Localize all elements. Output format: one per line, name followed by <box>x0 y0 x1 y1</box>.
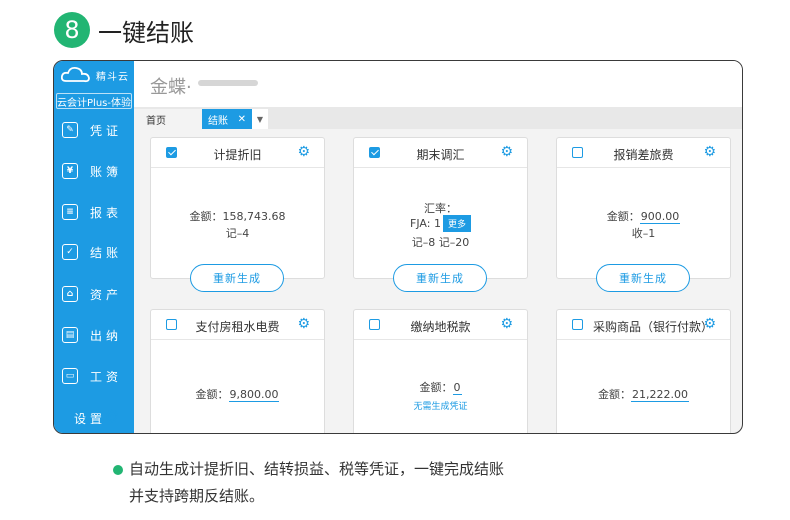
amount-label: 金额： <box>419 381 453 394</box>
sidebar-item-cashier[interactable]: ▤ 出纳 <box>54 320 134 350</box>
amount-value[interactable]: 21,222.00 <box>631 388 689 402</box>
sidebar: 精斗云 云会计Plus-体验 ✎ 凭证 ¥ 账簿 ≡ 报表 ✓ 结账 ⌂ 资产 … <box>54 61 134 433</box>
amount-row: 金额：9,800.00 <box>151 386 324 402</box>
top-bar: 金蝶· <box>134 61 742 107</box>
amount-value[interactable]: 9,800.00 <box>228 388 280 402</box>
sidebar-item-settings[interactable]: ⚙ 设置 <box>54 403 134 433</box>
asset-icon: ⌂ <box>62 286 78 302</box>
voucher-ref: 收–1 <box>631 227 656 240</box>
amount-label: 金额： <box>195 388 229 401</box>
sidebar-item-report[interactable]: ≡ 报表 <box>54 197 134 227</box>
task-card-travel-expense: 报销差旅费 ⚙ 金额：900.00 收–1 <box>556 137 731 279</box>
sidebar-item-label: 结账 <box>90 245 123 260</box>
step-number-badge: 8 <box>54 12 90 48</box>
task-card-depreciation: 计提折旧 ⚙ 金额：158,743.68 记–4 <box>150 137 325 279</box>
gear-icon[interactable]: ⚙ <box>297 144 310 160</box>
bullet-dot <box>113 465 123 475</box>
gear-icon[interactable]: ⚙ <box>297 316 310 332</box>
voucher-ref: 记–8 记–20 <box>411 236 470 249</box>
no-voucher-note: 无需生成凭证 <box>413 402 468 412</box>
gear-icon[interactable]: ⚙ <box>500 316 513 332</box>
brand-name: 金蝶· <box>150 77 192 98</box>
logo: 精斗云 <box>54 61 134 89</box>
sidebar-item-label: 工资 <box>90 369 123 384</box>
sidebar-item-label: 报表 <box>90 205 123 220</box>
cashier-icon: ▤ <box>62 327 78 343</box>
sidebar-item-ledger[interactable]: ¥ 账簿 <box>54 156 134 186</box>
regenerate-button[interactable]: 重新生成 <box>596 264 690 292</box>
amount-row: 金额：21,222.00 <box>557 386 730 402</box>
sidebar-item-checkout[interactable]: ✓ 结账 <box>54 237 134 267</box>
report-icon: ≡ <box>62 204 78 220</box>
task-card-local-tax: 缴纳地税款 ⚙ 金额：0 无需生成凭证 <box>353 309 528 433</box>
rate-row: FJA: 1 更多 <box>354 215 527 232</box>
amount-row: 金额：900.00 <box>557 208 730 224</box>
sidebar-item-label: 出纳 <box>90 328 123 343</box>
task-card-fx-adjust: 期末调汇 ⚙ 汇率： FJA: 1 更多 记–8 记–20 <box>353 137 528 279</box>
step-title: 一键结账 <box>98 18 194 47</box>
gear-icon[interactable]: ⚙ <box>703 144 716 160</box>
amount-row: 金额：0 <box>354 379 527 395</box>
checkout-icon: ✓ <box>62 244 78 260</box>
voucher-icon: ✎ <box>62 122 78 138</box>
logo-text: 精斗云 <box>96 71 129 83</box>
sidebar-item-asset[interactable]: ⌂ 资产 <box>54 279 134 309</box>
sidebar-item-label: 凭证 <box>90 123 123 138</box>
voucher-ref: 记–4 <box>225 227 250 240</box>
description-line-1: 自动生成计提折旧、结转损益、税等凭证，一键完成结账 <box>129 460 505 478</box>
gear-icon[interactable]: ⚙ <box>703 316 716 332</box>
tab-label: 结账 <box>208 115 228 127</box>
tab-label: 首页 <box>146 115 166 127</box>
regenerate-button[interactable]: 重新生成 <box>190 264 284 292</box>
task-card-purchase: 采购商品（银行付款） ⚙ 金额：21,222.00 <box>556 309 731 433</box>
tab-checkout[interactable]: 结账 ✕ <box>202 109 252 129</box>
task-card-rent-utilities: 支付房租水电费 ⚙ 金额：9,800.00 <box>150 309 325 433</box>
amount-value[interactable]: 0 <box>452 381 462 395</box>
sidebar-item-salary[interactable]: ▭ 工资 <box>54 361 134 391</box>
step-heading: 8 一键结账 <box>54 12 194 48</box>
ledger-icon: ¥ <box>62 163 78 179</box>
sidebar-item-voucher[interactable]: ✎ 凭证 <box>54 115 134 145</box>
chevron-down-icon[interactable]: ▼ <box>252 109 268 129</box>
regenerate-button[interactable]: 重新生成 <box>393 264 487 292</box>
cloud-logo-icon <box>60 66 90 83</box>
close-icon[interactable]: ✕ <box>238 114 246 125</box>
salary-icon: ▭ <box>62 368 78 384</box>
amount-text: 金额：158,743.68 <box>189 210 286 223</box>
sidebar-item-label: 资产 <box>90 287 123 302</box>
plan-badge[interactable]: 云会计Plus-体验 <box>56 93 132 109</box>
description-line-2: 并支持跨期反结账。 <box>129 487 265 505</box>
blurred-account-info <box>198 80 258 86</box>
app-window: 精斗云 云会计Plus-体验 ✎ 凭证 ¥ 账簿 ≡ 报表 ✓ 结账 ⌂ 资产 … <box>53 60 743 434</box>
rate-value: FJA: 1 <box>410 217 441 230</box>
tab-home[interactable]: 首页 <box>134 109 202 129</box>
sidebar-item-label: 设置 <box>74 411 107 426</box>
rate-label: 汇率： <box>424 202 457 215</box>
feature-description: 自动生成计提折旧、结转损益、税等凭证，一键完成结账 并支持跨期反结账。 <box>113 456 504 510</box>
tab-bar: 首页 结账 ✕ ▼ <box>134 107 742 129</box>
gear-icon[interactable]: ⚙ <box>500 144 513 160</box>
amount-value[interactable]: 900.00 <box>639 210 681 224</box>
sidebar-item-label: 账簿 <box>90 164 123 179</box>
amount-label: 金额： <box>606 210 640 223</box>
amount-label: 金额： <box>598 388 631 401</box>
gear-icon: ⚙ <box>104 407 120 427</box>
more-button[interactable]: 更多 <box>442 215 471 232</box>
